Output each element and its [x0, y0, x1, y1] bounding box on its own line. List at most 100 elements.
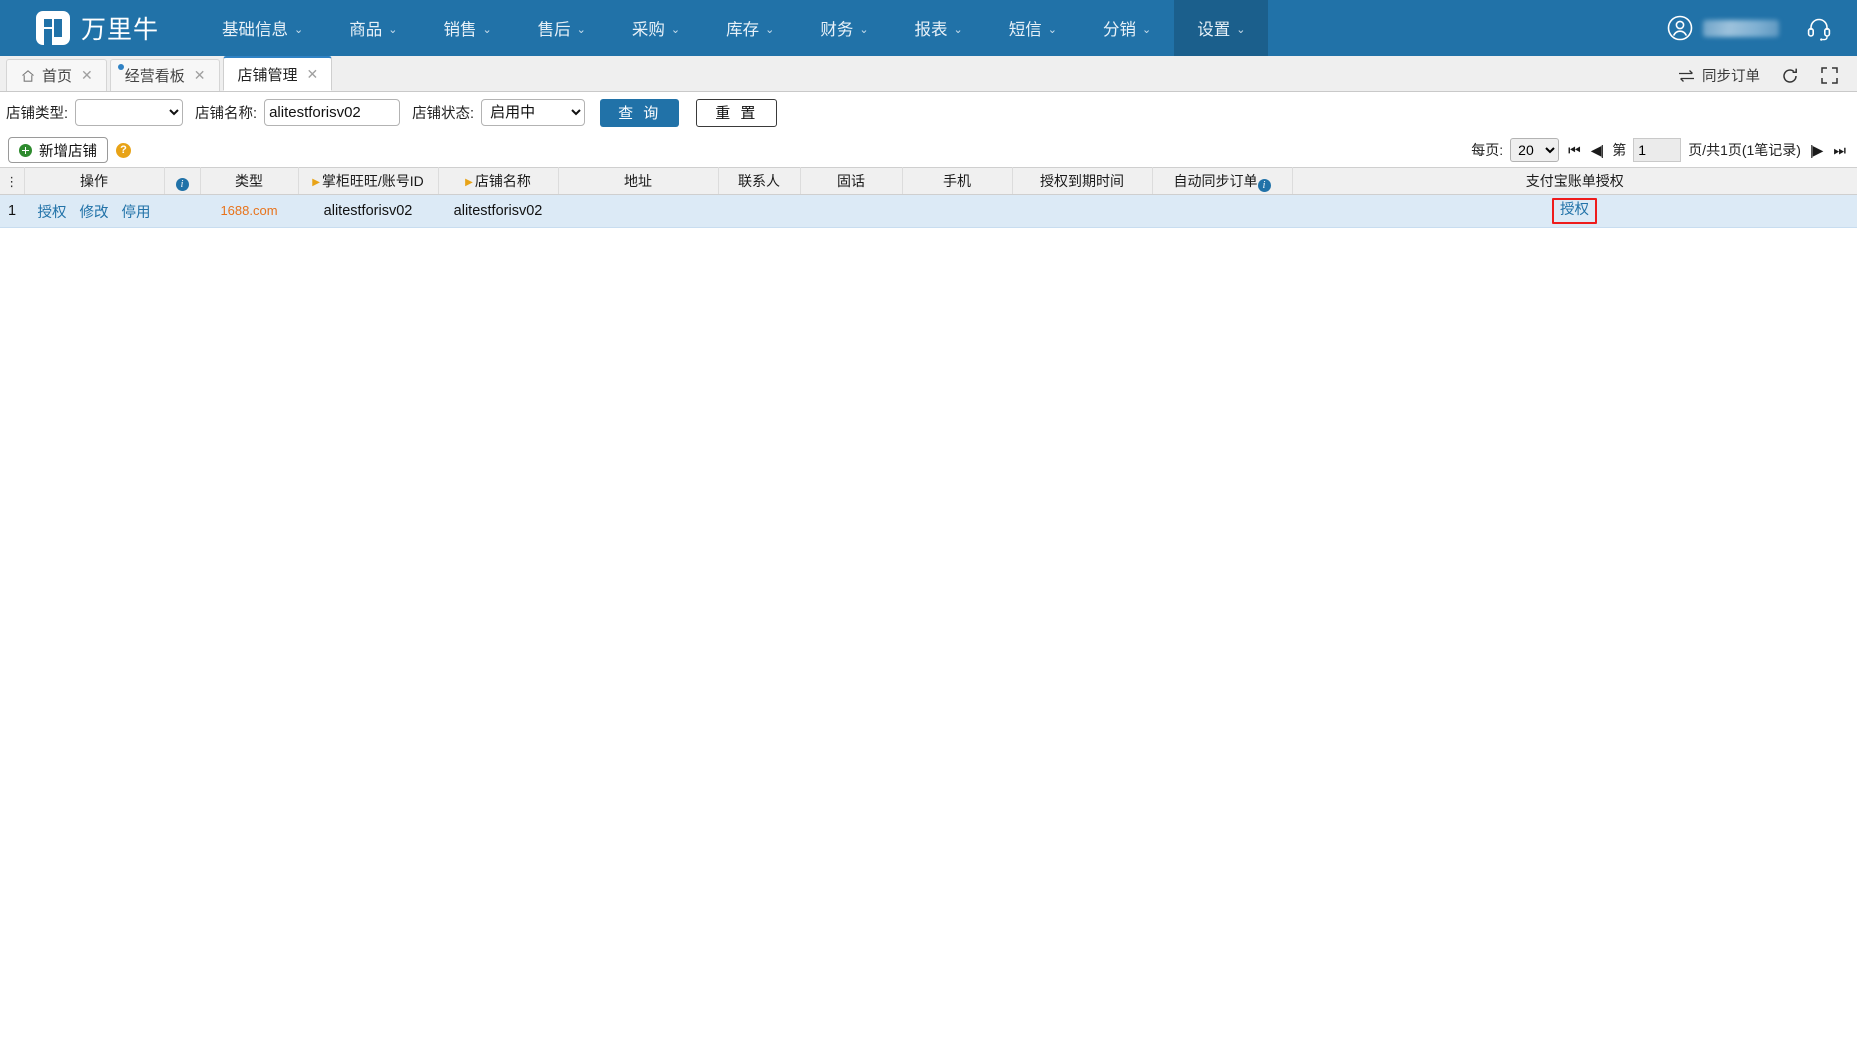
nav-item-2[interactable]: 销售 ⌄: [420, 0, 514, 56]
next-page-icon[interactable]: |▶: [1808, 142, 1824, 159]
nav-item-1[interactable]: 商品 ⌄: [326, 0, 420, 56]
column-header-label: 店铺名称: [474, 173, 531, 189]
store-type-label: 店铺类型:: [6, 106, 69, 122]
nav-item-8[interactable]: 短信 ⌄: [986, 0, 1080, 56]
chevron-down-icon: ⌄: [1047, 23, 1057, 36]
tab-0[interactable]: 首页 ✕: [6, 59, 107, 91]
chevron-down-icon: ⌄: [953, 23, 963, 36]
nav-item-6[interactable]: 财务 ⌄: [797, 0, 891, 56]
info-icon[interactable]: i: [175, 177, 189, 191]
store-type-select[interactable]: [75, 99, 184, 126]
cell-wangwang_id: alitestforisv02: [298, 194, 438, 228]
tab-close-icon[interactable]: ✕: [307, 66, 319, 83]
nav-item-3[interactable]: 售后 ⌄: [515, 0, 609, 56]
column-header-label: 地址: [624, 173, 652, 189]
column-header-label: 掌柜旺旺/账号ID: [321, 173, 424, 189]
nav-item-0[interactable]: 基础信息 ⌄: [199, 0, 326, 56]
nav-item-label: 财务: [820, 21, 854, 39]
reset-button[interactable]: 重 置: [696, 98, 778, 127]
column-header-label: 联系人: [738, 173, 780, 189]
column-header-store_name[interactable]: ▶ 店铺名称: [438, 167, 559, 195]
table-row[interactable]: 1 授权 修改 停用 1688.com alitestforisv02 alitestfor…: [0, 194, 1857, 228]
tab-close-icon[interactable]: ✕: [81, 67, 93, 84]
main-menu: 基础信息 ⌄ 商品 ⌄ 销售 ⌄ 售后 ⌄ 采购 ⌄ 库存 ⌄ 财务 ⌄ 报表 ⌄ 短信 ⌄ 分销 ⌄ 设置 ⌄: [199, 0, 1269, 56]
column-header-info: i: [164, 167, 201, 195]
chevron-down-icon: ⌄: [765, 23, 775, 36]
row-action-2[interactable]: 停用: [122, 201, 151, 222]
nav-item-9[interactable]: 分销 ⌄: [1080, 0, 1174, 56]
user-avatar-icon: [1667, 15, 1693, 41]
column-header-label: 支付宝账单授权: [1525, 173, 1624, 189]
column-header-handle: ⋮: [0, 167, 25, 195]
pagination-controls: 每页: 2050100 ⏮ ◀| 第 页/共1页(1笔记录) |▶ ⏭: [1471, 138, 1857, 162]
column-header-mobile: 手机: [902, 167, 1013, 195]
brand-name: 万里牛: [81, 16, 160, 44]
drag-handle-icon[interactable]: ⋮: [5, 175, 18, 188]
nav-item-label: 报表: [914, 21, 948, 39]
last-page-icon[interactable]: ⏭: [1831, 142, 1847, 159]
store-name-input[interactable]: [264, 99, 401, 126]
sort-triangle-icon[interactable]: ▶: [312, 177, 320, 188]
first-page-icon[interactable]: ⏮: [1566, 142, 1582, 159]
help-question-icon[interactable]: ?: [116, 142, 131, 158]
nav-item-label: 售后: [537, 21, 571, 39]
column-header-contact: 联系人: [718, 167, 801, 195]
row-action-0[interactable]: 授权: [38, 201, 67, 222]
wanliniu-logo-icon: [36, 11, 70, 45]
page-size-select[interactable]: 2050100: [1510, 138, 1560, 162]
column-header-wangwang_id[interactable]: ▶ 掌柜旺旺/账号ID: [298, 167, 439, 195]
tab-2[interactable]: 店铺管理 ✕: [222, 56, 333, 91]
row-action-1[interactable]: 修改: [80, 201, 109, 222]
cell-alipay_auth: 授权: [1292, 194, 1857, 228]
tab-1[interactable]: 经营看板 ✕: [109, 59, 220, 91]
refresh-icon[interactable]: [1780, 66, 1800, 86]
store-name-label: 店铺名称:: [195, 106, 258, 122]
column-header-operation: 操作: [24, 167, 165, 195]
plus-circle-icon: [19, 143, 32, 157]
chevron-down-icon: ⌄: [859, 23, 869, 36]
nav-item-label: 分销: [1102, 21, 1136, 39]
fullscreen-icon[interactable]: [1820, 66, 1839, 85]
tab-bar: 首页 ✕ 经营看板 ✕ 店铺管理 ✕ 同步订单: [0, 56, 1857, 92]
tab-label: 首页: [42, 68, 73, 85]
page-number-input[interactable]: [1633, 138, 1682, 162]
sync-orders-label: 同步订单: [1702, 69, 1760, 85]
alipay-auth-link[interactable]: 授权: [1552, 198, 1597, 224]
nav-item-5[interactable]: 库存 ⌄: [703, 0, 797, 56]
info-icon[interactable]: i: [1257, 178, 1271, 192]
query-button[interactable]: 查 询: [600, 98, 680, 127]
tab-label: 经营看板: [124, 68, 185, 85]
home-icon: [22, 69, 34, 82]
column-header-auth_expiry: 授权到期时间: [1012, 167, 1153, 195]
user-account-button[interactable]: [1666, 14, 1779, 42]
nav-item-4[interactable]: 采购 ⌄: [609, 0, 703, 56]
tab-close-icon[interactable]: ✕: [194, 67, 206, 84]
sort-triangle-icon[interactable]: ▶: [465, 177, 473, 188]
brand-logo-block[interactable]: 万里牛: [0, 0, 199, 56]
nav-item-10[interactable]: 设置 ⌄: [1174, 0, 1269, 56]
chevron-down-icon: ⌄: [670, 23, 681, 36]
prev-page-icon[interactable]: ◀|: [1589, 142, 1605, 159]
column-header-landline: 固话: [800, 167, 903, 195]
table-header: ⋮ 操作 i 类型 ▶ 掌柜旺旺/账号ID ▶ 店铺名称 地址 联系人 固话 手机 授权到期时间 自动同步…: [0, 167, 1857, 195]
column-header-address: 地址: [558, 167, 719, 195]
nav-item-label: 短信: [1008, 21, 1042, 39]
add-store-button[interactable]: 新增店铺: [8, 137, 108, 163]
chevron-down-icon: ⌄: [482, 23, 492, 36]
nav-item-label: 基础信息: [222, 21, 289, 39]
nav-item-label: 采购: [631, 21, 665, 39]
store-status-select[interactable]: 启用中已停用全部: [481, 99, 586, 126]
tab-unread-dot: [117, 64, 124, 70]
headset-support-icon[interactable]: [1805, 14, 1833, 42]
cell-auth_expiry: [1012, 194, 1152, 228]
nav-item-7[interactable]: 报表 ⌄: [892, 0, 986, 56]
chevron-down-icon: ⌄: [1141, 23, 1152, 36]
tab-list: 首页 ✕ 经营看板 ✕ 店铺管理 ✕: [0, 56, 335, 91]
store-status-label: 店铺状态:: [412, 106, 475, 122]
tab-bar-actions: 同步订单: [1678, 65, 1857, 91]
column-header-label: 授权到期时间: [1040, 173, 1124, 189]
sync-orders-button[interactable]: 同步订单: [1678, 65, 1760, 86]
tab-label: 店铺管理: [237, 66, 298, 84]
column-header-label: 操作: [80, 173, 108, 189]
chevron-down-icon: ⌄: [388, 23, 398, 36]
